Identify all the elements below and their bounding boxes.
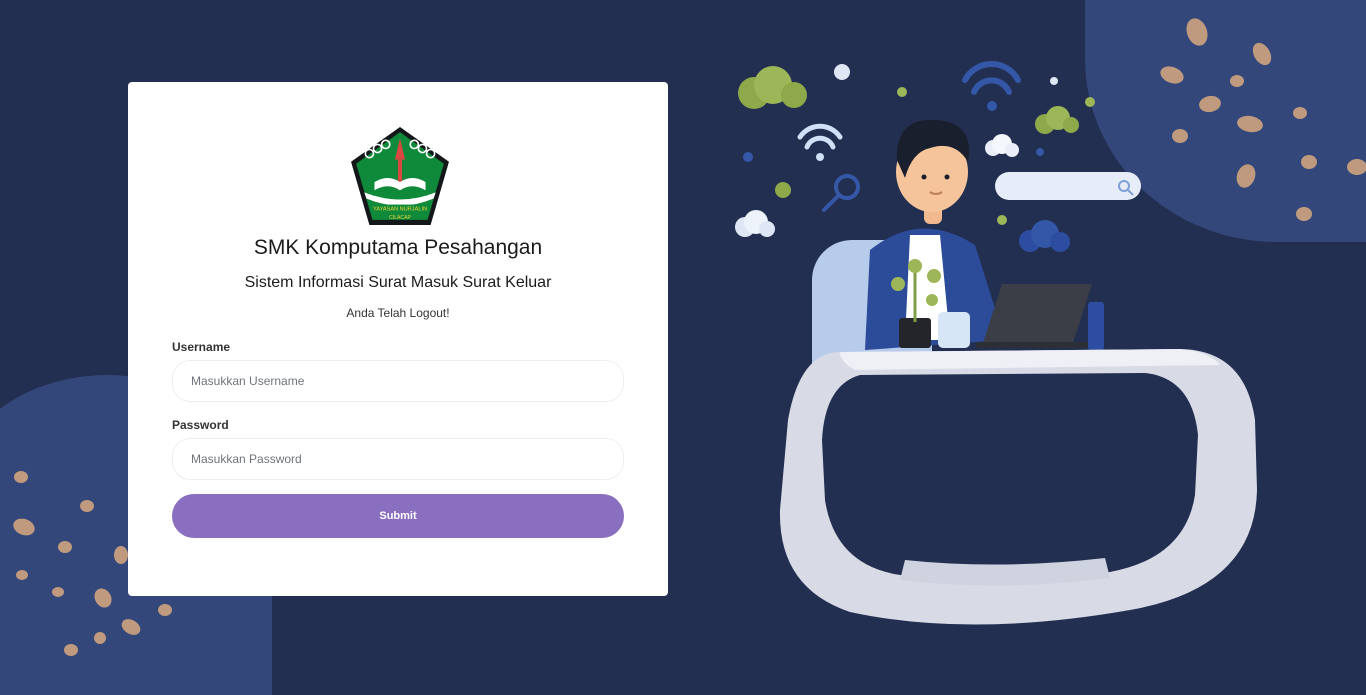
wifi-icon — [797, 123, 843, 161]
username-label: Username — [172, 340, 231, 354]
cloud-icon — [985, 134, 1019, 157]
search-bar-icon — [995, 172, 1141, 200]
magnifier-icon — [822, 174, 860, 212]
cloud-icon — [1035, 106, 1079, 134]
username-input[interactable] — [172, 360, 624, 402]
logo-text-top: YAYASAN NURJALIN — [373, 207, 427, 213]
logo-text-bottom: CILACAP — [389, 215, 411, 221]
wifi-icon — [962, 61, 1021, 111]
workspace-illustration — [735, 61, 1257, 625]
school-logo: YAYASAN NURJALIN CILACAP — [351, 127, 449, 225]
cloud-icon — [1019, 220, 1070, 252]
cloud-icon — [738, 66, 807, 109]
submit-button[interactable]: Submit — [172, 494, 624, 538]
logout-message: Anda Telah Logout! — [346, 306, 450, 320]
system-name: Sistem Informasi Surat Masuk Surat Kelua… — [244, 274, 552, 291]
login-card: YAYASAN NURJALIN CILACAP SMK Komputama P… — [128, 82, 668, 596]
password-label: Password — [172, 418, 229, 432]
cloud-icon — [735, 210, 775, 237]
school-name: SMK Komputama Pesahangan — [253, 236, 543, 259]
password-input[interactable] — [172, 438, 624, 480]
